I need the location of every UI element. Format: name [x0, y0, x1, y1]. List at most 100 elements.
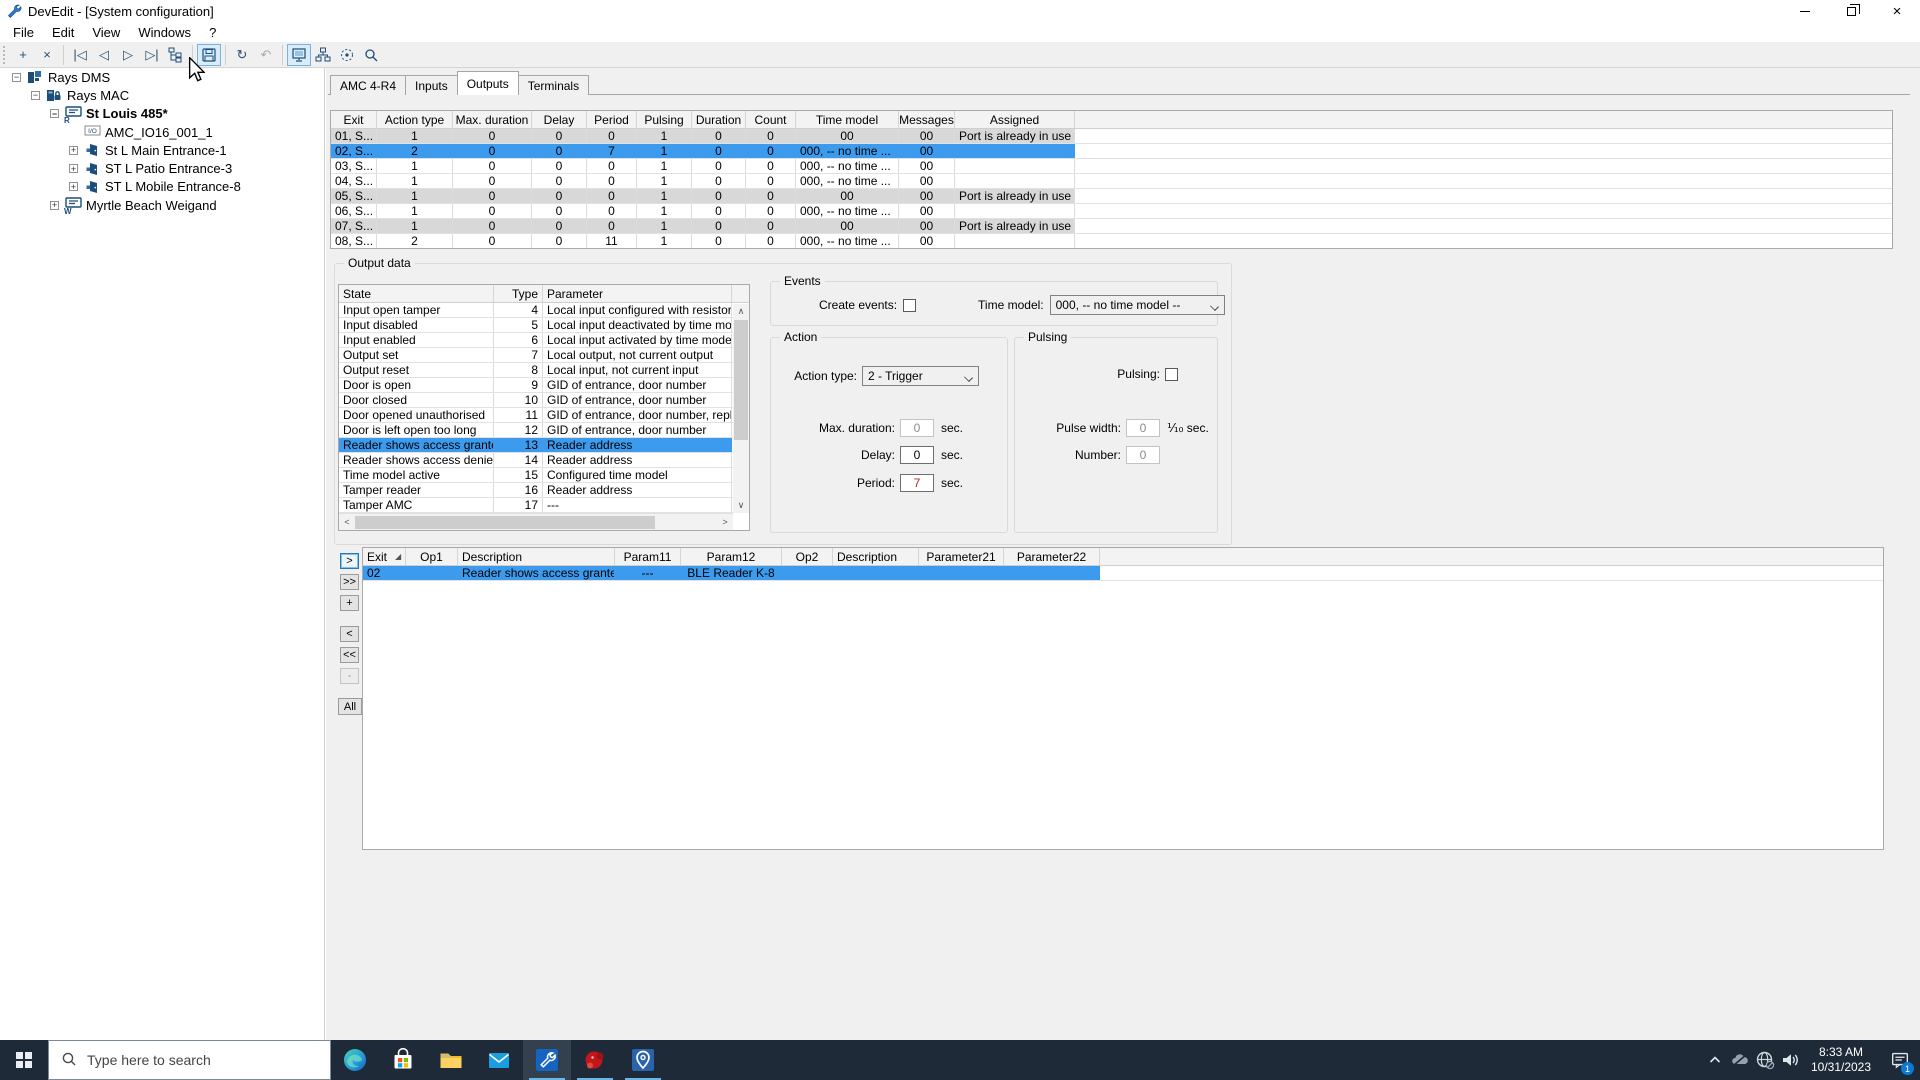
column-header-op1[interactable]: Op1 [406, 548, 458, 565]
org-chart-icon[interactable] [311, 44, 335, 66]
column-header-pulsing[interactable]: Pulsing [637, 111, 692, 128]
search-icon[interactable] [359, 44, 383, 66]
column-header-description[interactable]: Description [833, 548, 919, 565]
go-last-icon[interactable]: ▷| [140, 44, 164, 66]
go-first-icon[interactable]: |◁ [68, 44, 92, 66]
create-events-checkbox[interactable] [903, 299, 916, 312]
collapse-icon[interactable]: − [50, 109, 59, 118]
table-row[interactable]: Input enabled6Local input activated by t… [339, 333, 749, 348]
table-row[interactable]: 03, S...1000100000, -- no time ...00 [331, 159, 1892, 174]
taskbar-search[interactable]: Type here to search [48, 1040, 331, 1080]
max-duration-input[interactable]: 0 [900, 419, 934, 437]
tree-item-rays-mac[interactable]: −Rays MAC [0, 86, 324, 104]
delete-icon[interactable]: × [35, 44, 59, 66]
edge-icon[interactable] [331, 1040, 379, 1080]
column-header-parameter[interactable]: Parameter [543, 285, 732, 302]
minimize-icon[interactable] [1782, 0, 1828, 22]
refresh-icon[interactable]: ↻ [230, 44, 254, 66]
start-button[interactable] [0, 1040, 48, 1080]
volume-icon[interactable] [1777, 1040, 1802, 1080]
scroll-down-icon[interactable]: ∨ [733, 498, 749, 513]
column-header-type[interactable]: Type [494, 285, 543, 302]
expand-icon[interactable]: + [50, 201, 59, 210]
column-header-time-model[interactable]: Time model [796, 111, 899, 128]
mail-icon[interactable] [475, 1040, 523, 1080]
column-header-exit[interactable]: Exit◢ [363, 548, 406, 565]
scroll-left-icon[interactable]: < [339, 515, 355, 530]
add-icon[interactable]: + [11, 44, 35, 66]
column-header-state[interactable]: State [339, 285, 494, 302]
table-row[interactable]: Reader shows access granted13Reader addr… [339, 438, 749, 453]
pulsing-checkbox[interactable] [1165, 368, 1178, 381]
table-row[interactable]: Door is left open too long12GID of entra… [339, 423, 749, 438]
column-header-count[interactable]: Count [746, 111, 796, 128]
vertical-scrollbar[interactable]: ∧∨ [733, 304, 749, 513]
assign-button-all[interactable]: All [338, 698, 362, 715]
table-row[interactable]: Input open tamper4Local input configured… [339, 303, 749, 318]
tree-item-st-l-patio-entrance-3[interactable]: +ST L Patio Entrance-3 [0, 159, 324, 177]
column-header-messages[interactable]: Messages [899, 111, 955, 128]
tree-item-st-louis-485-[interactable]: −RSt Louis 485* [0, 105, 324, 123]
table-row[interactable]: 01, S...10001000000Port is already in us… [331, 129, 1892, 144]
scrollbar-thumb[interactable] [734, 320, 748, 440]
delay-input[interactable]: 0 [900, 446, 934, 464]
network-icon[interactable] [1752, 1040, 1777, 1080]
menu-item-view[interactable]: View [83, 23, 129, 42]
collapse-icon[interactable]: − [12, 73, 21, 82]
column-header-parameter21[interactable]: Parameter21 [919, 548, 1004, 565]
red-app-icon[interactable] [571, 1040, 619, 1080]
expand-icon[interactable]: + [69, 164, 78, 173]
network-monitor-icon[interactable] [287, 44, 311, 66]
table-row[interactable]: Tamper AMC17--- [339, 498, 749, 513]
menu-item-windows[interactable]: Windows [129, 23, 200, 42]
menu-item-[interactable]: ? [200, 23, 225, 42]
column-header-op2[interactable]: Op2 [782, 548, 833, 565]
period-input[interactable]: 7 [900, 474, 934, 492]
column-header-duration[interactable]: Duration [692, 111, 746, 128]
scroll-right-icon[interactable]: > [717, 515, 733, 530]
tree-item-amc-io16-001-1[interactable]: I/OAMC_IO16_001_1 [0, 123, 324, 141]
assign-button-remove-one[interactable]: < [340, 626, 359, 642]
horizontal-scrollbar[interactable]: <> [339, 513, 733, 530]
column-header-action-type[interactable]: Action type [377, 111, 453, 128]
tree-item-rays-dms[interactable]: −Rays DMS [0, 68, 324, 86]
go-next-icon[interactable]: ▷ [116, 44, 140, 66]
tree-item-myrtle-beach-weigand[interactable]: +WMyrtle Beach Weigand [0, 196, 324, 214]
undo-icon[interactable]: ↶ [254, 44, 278, 66]
column-header-description[interactable]: Description [458, 548, 615, 565]
table-row[interactable]: Door closed10GID of entrance, door numbe… [339, 393, 749, 408]
locate-icon[interactable] [335, 44, 359, 66]
tab-terminals[interactable]: Terminals [518, 75, 589, 95]
maps-app-icon[interactable] [619, 1040, 667, 1080]
table-row[interactable]: Tamper reader16Reader address [339, 483, 749, 498]
table-row[interactable]: Output set7Local output, not current out… [339, 348, 749, 363]
column-header-assigned[interactable]: Assigned [955, 111, 1075, 128]
close-icon[interactable]: × [1874, 0, 1920, 22]
table-row[interactable]: 02, S...2007100000, -- no time ...00 [331, 144, 1892, 159]
scrollbar-thumb[interactable] [355, 516, 655, 529]
column-header-exit[interactable]: Exit [331, 111, 377, 128]
number-input[interactable]: 0 [1126, 446, 1160, 464]
table-row[interactable]: 06, S...1000100000, -- no time ...00 [331, 204, 1892, 219]
tree-view-icon[interactable] [164, 44, 188, 66]
table-row[interactable]: 05, S...10001000000Port is already in us… [331, 189, 1892, 204]
pulse-width-input[interactable]: 0 [1126, 419, 1160, 437]
assign-button-remove-many[interactable]: << [340, 647, 359, 663]
taskbar-clock[interactable]: 8:33 AM 10/31/2023 [1802, 1040, 1880, 1080]
menu-item-file[interactable]: File [4, 23, 43, 42]
tree-item-st-l-main-entrance-1[interactable]: +St L Main Entrance-1 [0, 141, 324, 159]
tree-item-st-l-mobile-entrance-8[interactable]: +ST L Mobile Entrance-8 [0, 178, 324, 196]
column-header-param11[interactable]: Param11 [615, 548, 681, 565]
column-header-period[interactable]: Period [587, 111, 637, 128]
column-header-delay[interactable]: Delay [532, 111, 587, 128]
collapse-icon[interactable]: − [31, 91, 40, 100]
menu-item-edit[interactable]: Edit [43, 23, 83, 42]
expand-icon[interactable]: + [69, 146, 78, 155]
table-row[interactable]: Door opened unauthorised11GID of entranc… [339, 408, 749, 423]
tab-outputs[interactable]: Outputs [457, 71, 519, 95]
column-header-param12[interactable]: Param12 [681, 548, 782, 565]
column-header-parameter22[interactable]: Parameter22 [1004, 548, 1100, 565]
chevron-up-icon[interactable] [1702, 1040, 1727, 1080]
scroll-up-icon[interactable]: ∧ [733, 304, 749, 319]
action-type-select[interactable]: 2 - Trigger [862, 366, 979, 386]
